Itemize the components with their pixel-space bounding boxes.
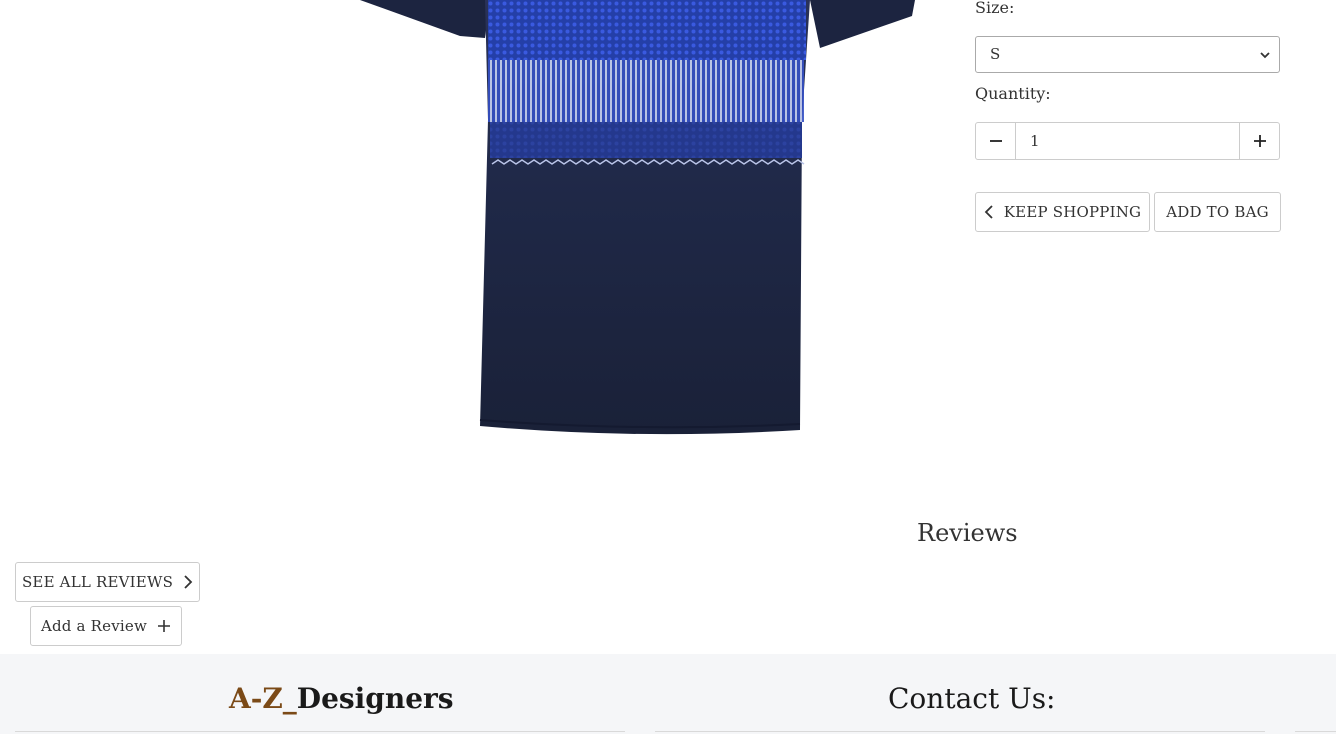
size-select[interactable]: S — [975, 36, 1280, 73]
footer-brand: A-Z_Designers — [229, 682, 454, 715]
tshirt-image — [360, 0, 915, 435]
brand-prefix: A-Z_ — [229, 682, 297, 715]
increase-quantity-button[interactable] — [1239, 123, 1279, 159]
size-select-value: S — [990, 45, 1001, 63]
add-review-label: Add a Review — [40, 617, 148, 635]
see-all-reviews-label: SEE ALL REVIEWS — [21, 573, 174, 591]
chevron-down-icon — [1260, 52, 1270, 59]
contact-heading: Contact Us: — [888, 682, 1056, 715]
chevron-right-icon — [184, 575, 193, 589]
footer-divider — [1295, 731, 1336, 732]
size-label: Size: — [975, 0, 1015, 17]
keep-shopping-label: KEEP SHOPPING — [1003, 203, 1142, 221]
quantity-label: Quantity: — [975, 84, 1051, 103]
footer: A-Z_Designers Contact Us: — [0, 654, 1336, 734]
plus-icon — [1253, 135, 1266, 147]
see-all-reviews-button[interactable]: SEE ALL REVIEWS — [15, 562, 200, 602]
quantity-stepper — [975, 122, 1280, 160]
minus-icon — [989, 140, 1002, 142]
decrease-quantity-button[interactable] — [976, 123, 1016, 159]
footer-divider — [655, 731, 1265, 732]
plus-icon — [158, 620, 171, 632]
keep-shopping-button[interactable]: KEEP SHOPPING — [975, 192, 1150, 232]
add-review-button[interactable]: Add a Review — [30, 606, 182, 646]
quantity-input[interactable] — [1016, 123, 1239, 159]
product-image — [340, 0, 940, 450]
footer-divider — [15, 731, 625, 732]
brand-name: Designers — [296, 682, 454, 715]
reviews-heading: Reviews — [917, 519, 1018, 547]
add-to-bag-button[interactable]: ADD TO BAG — [1154, 192, 1281, 232]
chevron-left-icon — [984, 205, 993, 219]
add-to-bag-label: ADD TO BAG — [1166, 203, 1269, 221]
